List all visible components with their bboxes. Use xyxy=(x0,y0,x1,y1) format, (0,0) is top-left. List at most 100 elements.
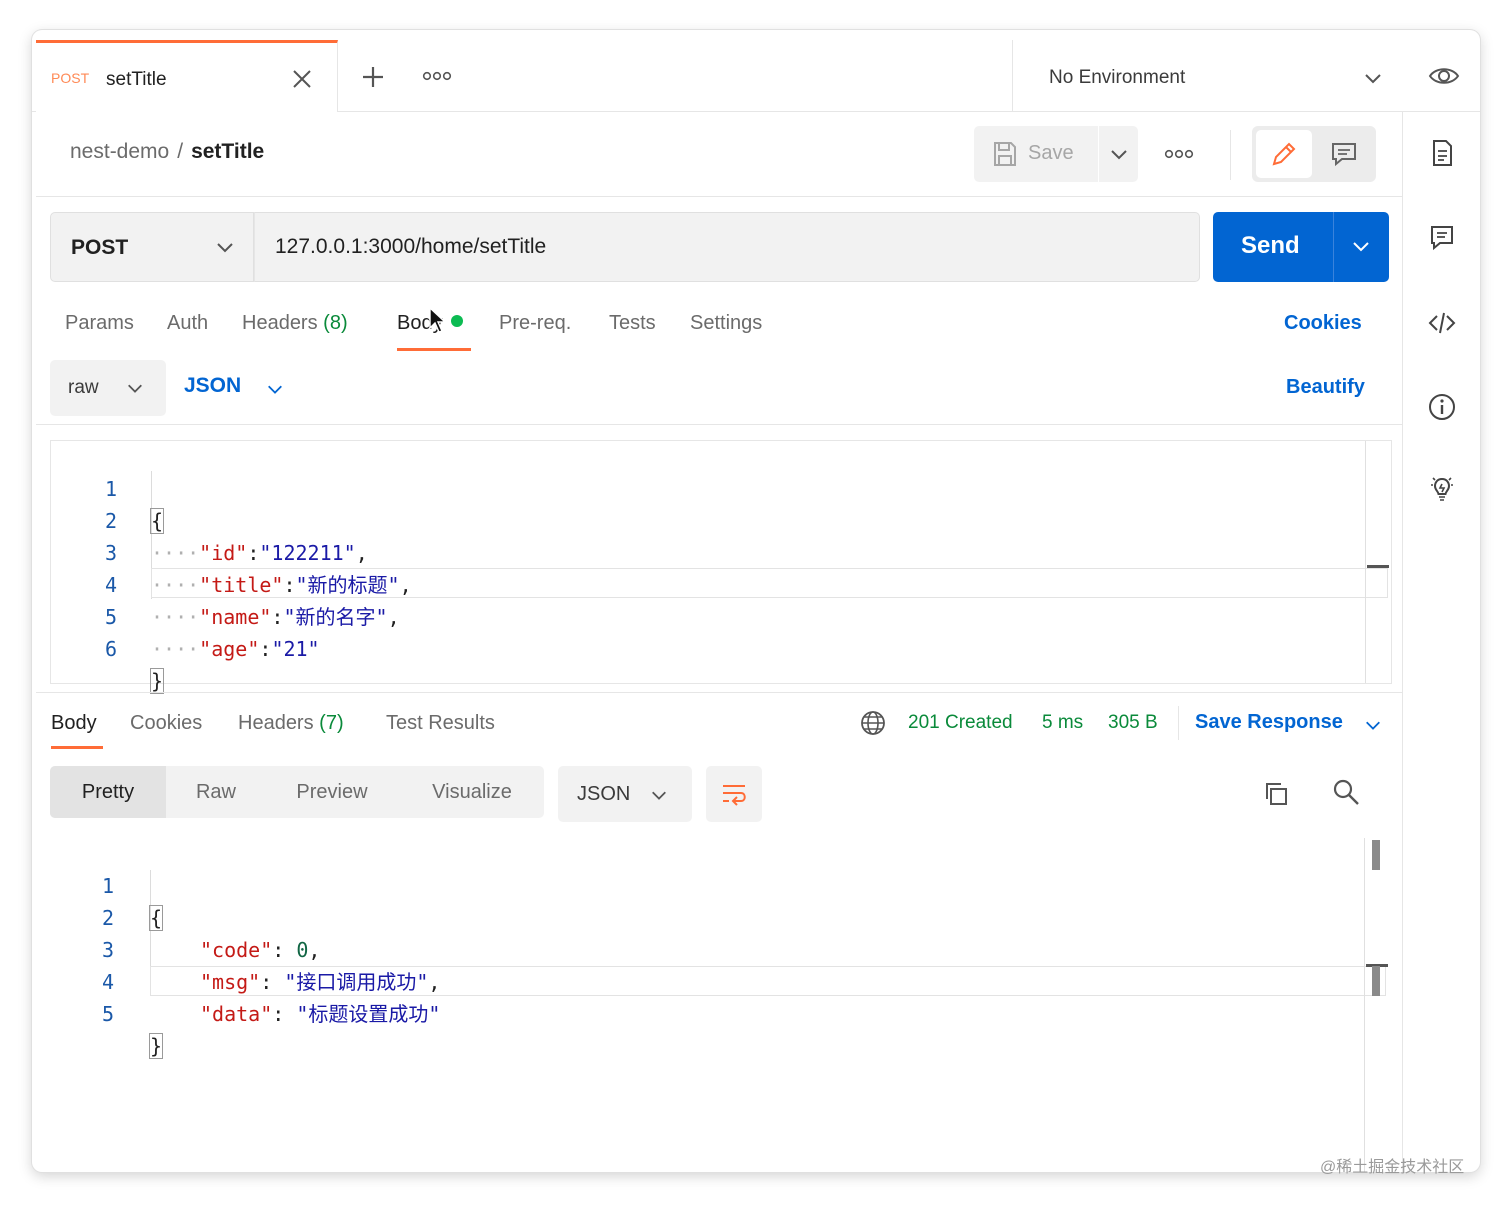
scrollbar-thumb[interactable] xyxy=(1372,966,1380,996)
save-button-group: Save xyxy=(974,126,1138,182)
response-format-select[interactable]: JSON xyxy=(558,766,692,822)
response-body-viewer[interactable]: 1 { 2 "code": 0, 3 "msg": "接口调用成功", 4 "d… xyxy=(50,838,1392,1172)
search-icon[interactable] xyxy=(1332,778,1360,806)
scrollbar-track xyxy=(1364,838,1365,1172)
code-line: 4 ····"name":"新的名字", xyxy=(51,537,1391,629)
body-mode-select[interactable]: raw xyxy=(50,360,166,416)
comment-icon xyxy=(1332,143,1356,167)
environment-select[interactable]: No Environment xyxy=(1012,40,1412,112)
body-mode-label: raw xyxy=(68,377,99,398)
tab-tests[interactable]: Tests xyxy=(609,312,656,335)
plus-icon[interactable] xyxy=(360,64,386,90)
response-tab-cookies[interactable]: Cookies xyxy=(130,712,202,735)
breadcrumb-collection[interactable]: nest-demo xyxy=(70,140,169,163)
watermark: @稀土掘金技术社区 xyxy=(1320,1159,1465,1176)
postman-window: POST setTitle No Environment nest-demo / s… xyxy=(32,30,1480,1172)
active-tab-indicator xyxy=(51,746,103,749)
method-label: POST xyxy=(71,236,129,259)
response-headers-label: Headers xyxy=(238,712,314,734)
divider xyxy=(1178,706,1179,740)
response-format-label: JSON xyxy=(577,783,631,805)
indent-dots: ···· xyxy=(151,637,200,661)
pencil-icon xyxy=(1272,142,1296,166)
eye-icon[interactable] xyxy=(1428,64,1460,88)
url-input[interactable]: 127.0.0.1:3000/home/setTitle xyxy=(254,212,1200,282)
tab-auth[interactable]: Auth xyxy=(167,312,208,335)
response-headers-count: (7) xyxy=(319,712,344,734)
view-raw-button[interactable]: Raw xyxy=(166,766,266,818)
chevron-down-icon xyxy=(128,384,142,393)
lightbulb-icon[interactable] xyxy=(1428,474,1456,504)
breadcrumb-request[interactable]: setTitle xyxy=(191,140,264,163)
body-format-select[interactable]: JSON xyxy=(184,374,282,404)
save-dropdown-button[interactable] xyxy=(1098,126,1138,182)
cookies-link[interactable]: Cookies xyxy=(1284,312,1362,335)
environment-label: No Environment xyxy=(1049,67,1186,88)
info-icon[interactable] xyxy=(1428,392,1456,422)
code-line: 1 { xyxy=(51,441,1391,534)
chevron-down-icon xyxy=(268,385,282,394)
chevron-down-icon[interactable] xyxy=(1364,716,1382,734)
divider xyxy=(1333,212,1334,282)
tab-settings[interactable]: Settings xyxy=(690,312,762,335)
beautify-link[interactable]: Beautify xyxy=(1286,376,1365,399)
comment-mode-button[interactable] xyxy=(1316,130,1372,178)
close-icon[interactable] xyxy=(290,67,314,91)
divider xyxy=(36,196,1402,197)
tab-bar: POST setTitle No Environment xyxy=(32,30,1480,112)
tab-headers-count: (8) xyxy=(323,312,348,334)
request-tab-settitle[interactable]: POST setTitle xyxy=(36,40,338,112)
scrollbar-thumb[interactable] xyxy=(1372,840,1380,870)
scrollbar-marker[interactable] xyxy=(1367,565,1389,568)
chevron-down-icon[interactable] xyxy=(1351,236,1371,256)
tab-title: setTitle xyxy=(106,69,167,90)
divider xyxy=(36,424,1402,425)
json-value: "21" xyxy=(271,637,320,661)
json-key: "age" xyxy=(199,637,260,661)
status-code[interactable]: 201 Created xyxy=(908,712,1013,734)
copy-icon[interactable] xyxy=(1262,780,1290,808)
right-sidebar xyxy=(1402,112,1480,1172)
view-mode-toggle xyxy=(1252,126,1376,182)
view-preview-button[interactable]: Preview xyxy=(282,766,382,818)
response-tab-headers[interactable]: Headers (7) xyxy=(238,712,344,735)
wrap-lines-icon xyxy=(723,785,746,806)
view-visualize-button[interactable]: Visualize xyxy=(412,766,532,818)
save-icon xyxy=(994,142,1016,166)
code-icon[interactable] xyxy=(1428,308,1456,338)
json-value: "标题设置成功" xyxy=(296,1002,441,1026)
close-brace: } xyxy=(148,1033,164,1059)
response-view-toggle: Pretty Raw Preview Visualize xyxy=(50,766,544,818)
active-tab-indicator xyxy=(397,348,471,351)
comment-icon[interactable] xyxy=(1428,222,1456,252)
response-time[interactable]: 5 ms xyxy=(1042,712,1083,734)
save-response-button[interactable]: Save Response xyxy=(1195,711,1343,734)
more-icon[interactable] xyxy=(422,68,452,84)
send-button[interactable]: Send xyxy=(1213,212,1389,282)
tab-headers-label: Headers xyxy=(242,312,318,334)
method-select[interactable]: POST xyxy=(50,212,254,282)
globe-icon[interactable] xyxy=(860,710,886,736)
more-icon[interactable] xyxy=(1164,146,1194,162)
wrap-lines-button[interactable] xyxy=(706,766,762,822)
edit-mode-button[interactable] xyxy=(1256,130,1312,178)
save-button[interactable]: Save xyxy=(974,126,1096,182)
chevron-down-icon xyxy=(217,243,233,253)
tab-method-badge: POST xyxy=(51,70,90,86)
request-body-editor[interactable]: 1 { 2 ····"id":"122211", 3 ····"title":"… xyxy=(50,440,1392,694)
tab-headers[interactable]: Headers (8) xyxy=(242,312,348,335)
tab-prerequest[interactable]: Pre-req. xyxy=(499,312,571,335)
body-format-label: JSON xyxy=(184,374,242,397)
response-tab-test-results[interactable]: Test Results xyxy=(386,712,495,735)
response-size[interactable]: 305 B xyxy=(1108,712,1158,734)
body-indicator-dot xyxy=(450,315,463,327)
documentation-icon[interactable] xyxy=(1428,138,1456,168)
chevron-down-icon xyxy=(652,791,666,800)
view-pretty-button[interactable]: Pretty xyxy=(50,766,166,818)
tab-params[interactable]: Params xyxy=(65,312,134,335)
save-label: Save xyxy=(1028,142,1074,164)
code-line: 4 "data": "标题设置成功" xyxy=(50,934,1392,1026)
response-tab-body[interactable]: Body xyxy=(51,712,97,735)
code-line: 3 "msg": "接口调用成功", xyxy=(50,902,1392,994)
code-line: 6 } xyxy=(51,601,1391,694)
